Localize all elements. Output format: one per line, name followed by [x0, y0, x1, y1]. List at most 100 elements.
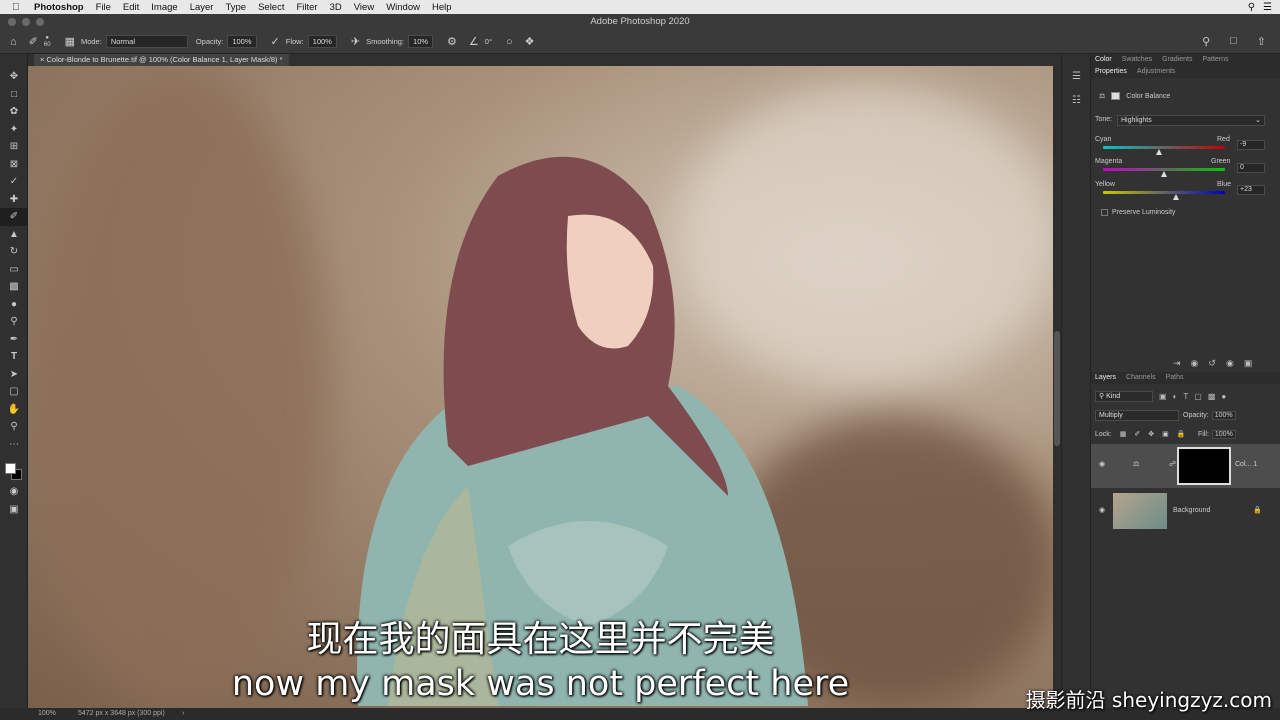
- layer-row-color-balance[interactable]: ◉ ⚖ ☍ Col... 1: [1091, 444, 1280, 488]
- marquee-tool-icon[interactable]: □: [0, 86, 28, 104]
- type-filter-icon[interactable]: T: [1183, 392, 1188, 401]
- menu-3d[interactable]: 3D: [330, 2, 342, 13]
- path-select-tool-icon[interactable]: ➤: [0, 366, 28, 384]
- layer-mask-thumbnail[interactable]: [1177, 447, 1231, 485]
- lock-artboard-icon[interactable]: ▣: [1162, 430, 1169, 438]
- adjustments-panel-icon[interactable]: ☷: [1062, 88, 1091, 112]
- layer-opacity-field[interactable]: 100%: [1211, 411, 1236, 420]
- preserve-luminosity-checkbox[interactable]: [1101, 209, 1108, 216]
- layer-row-background[interactable]: ◉ Background 🔒: [1091, 490, 1280, 534]
- zoom-window-button[interactable]: [36, 18, 44, 26]
- tab-patterns[interactable]: Patterns: [1202, 54, 1228, 66]
- history-panel-icon[interactable]: ☰: [1062, 64, 1091, 88]
- pressure-size-icon[interactable]: ○: [506, 36, 513, 48]
- hand-tool-icon[interactable]: ✋: [0, 401, 28, 419]
- adjustment-filter-icon[interactable]: ◐: [1173, 392, 1178, 401]
- lock-position-icon[interactable]: ✥: [1148, 430, 1154, 438]
- tab-layers[interactable]: Layers: [1095, 372, 1116, 384]
- visibility-eye-icon[interactable]: ◉: [1099, 460, 1105, 468]
- shape-filter-icon[interactable]: ▢: [1194, 392, 1202, 401]
- foreground-color-swatch[interactable]: [5, 463, 16, 474]
- yellow-blue-value[interactable]: +23: [1237, 185, 1265, 195]
- lock-transparent-icon[interactable]: ▦: [1120, 430, 1127, 438]
- menu-view[interactable]: View: [354, 2, 374, 13]
- filter-toggle-icon[interactable]: ●: [1221, 392, 1226, 401]
- move-tool-icon[interactable]: ✥: [0, 68, 28, 86]
- home-icon[interactable]: ⌂: [10, 36, 17, 48]
- tone-dropdown[interactable]: Highlights ⌄: [1117, 115, 1265, 126]
- menu-window[interactable]: Window: [386, 2, 420, 13]
- brush-tool-icon[interactable]: ✐: [0, 208, 28, 226]
- magenta-green-knob[interactable]: [1161, 171, 1167, 177]
- tab-swatches[interactable]: Swatches: [1122, 54, 1152, 66]
- airbrush-icon[interactable]: ✈: [351, 35, 360, 48]
- document-tab-close-icon[interactable]: ×: [40, 55, 44, 64]
- menu-list-icon[interactable]: ☰: [1263, 2, 1272, 13]
- minimize-window-button[interactable]: [22, 18, 30, 26]
- layer-name[interactable]: Col... 1: [1235, 461, 1257, 468]
- workspace-icon[interactable]: □: [1230, 35, 1237, 48]
- view-previous-icon[interactable]: ◉: [1191, 358, 1199, 369]
- gradient-tool-icon[interactable]: ▩: [0, 278, 28, 296]
- type-tool-icon[interactable]: T: [0, 348, 28, 366]
- gear-icon[interactable]: ⚙: [447, 35, 457, 48]
- document-tab[interactable]: × Color-Blonde to Brunette.tif @ 100% (C…: [34, 54, 289, 66]
- quick-select-tool-icon[interactable]: ✦: [0, 121, 28, 139]
- screen-mode-icon[interactable]: ▣: [0, 501, 28, 519]
- canvas-vertical-scrollbar[interactable]: [1053, 66, 1061, 708]
- menu-type[interactable]: Type: [225, 2, 246, 13]
- layer-name[interactable]: Background: [1173, 507, 1210, 514]
- magenta-green-value[interactable]: 0: [1237, 163, 1265, 173]
- visibility-icon[interactable]: ◉: [1226, 358, 1234, 369]
- zoom-tool-icon[interactable]: ⚲: [0, 418, 28, 436]
- brush-panel-icon[interactable]: ▦: [65, 35, 75, 48]
- blend-mode-dropdown[interactable]: Multiply: [1095, 410, 1179, 421]
- search-icon[interactable]: ⚲: [1248, 2, 1255, 13]
- tab-adjustments[interactable]: Adjustments: [1137, 66, 1176, 78]
- crop-tool-icon[interactable]: ⊞: [0, 138, 28, 156]
- layer-mask-icon[interactable]: [1111, 92, 1121, 100]
- tab-paths[interactable]: Paths: [1166, 372, 1184, 384]
- fill-field[interactable]: 100%: [1211, 430, 1236, 439]
- menu-layer[interactable]: Layer: [190, 2, 214, 13]
- menu-help[interactable]: Help: [432, 2, 452, 13]
- pressure-opacity-icon[interactable]: ✓: [271, 35, 280, 48]
- cyan-red-knob[interactable]: [1156, 149, 1163, 155]
- symmetry-icon[interactable]: ❖: [525, 35, 535, 48]
- cyan-red-value[interactable]: -9: [1237, 140, 1265, 150]
- frame-tool-icon[interactable]: ⊠: [0, 156, 28, 174]
- lock-all-icon[interactable]: 🔒: [1177, 430, 1186, 438]
- cyan-red-slider[interactable]: [1103, 146, 1225, 149]
- tab-color[interactable]: Color: [1095, 54, 1112, 66]
- reset-icon[interactable]: ↺: [1208, 358, 1216, 369]
- menu-app[interactable]: Photoshop: [34, 2, 84, 13]
- more-tools-icon[interactable]: ⋯: [0, 436, 28, 454]
- clip-to-layer-icon[interactable]: ⇥: [1173, 358, 1181, 369]
- search-icon[interactable]: ⚲: [1202, 35, 1210, 48]
- close-window-button[interactable]: [8, 18, 16, 26]
- zoom-level[interactable]: 100%: [38, 708, 56, 720]
- shape-tool-icon[interactable]: ▢: [0, 383, 28, 401]
- apple-icon[interactable]: : [12, 2, 24, 13]
- tab-gradients[interactable]: Gradients: [1162, 54, 1192, 66]
- lasso-tool-icon[interactable]: ✿: [0, 103, 28, 121]
- angle-field[interactable]: 0°: [485, 37, 492, 46]
- history-brush-tool-icon[interactable]: ↻: [0, 243, 28, 261]
- brush-preset-picker[interactable]: ● 60: [44, 35, 51, 49]
- edit-in-quick-mask-icon[interactable]: ◉: [0, 483, 28, 501]
- menu-file[interactable]: File: [96, 2, 111, 13]
- tab-properties[interactable]: Properties: [1095, 66, 1127, 78]
- scrollbar-thumb[interactable]: [1054, 331, 1060, 446]
- menu-filter[interactable]: Filter: [296, 2, 317, 13]
- mode-dropdown[interactable]: Normal: [105, 35, 188, 48]
- document-info[interactable]: 5472 px x 3648 px (300 ppi): [78, 708, 165, 720]
- menu-edit[interactable]: Edit: [123, 2, 139, 13]
- yellow-blue-slider[interactable]: [1103, 191, 1225, 194]
- brush-tool-icon[interactable]: ✐: [29, 35, 38, 48]
- delete-icon[interactable]: ▣: [1244, 358, 1253, 369]
- lock-pixels-icon[interactable]: ✐: [1134, 430, 1140, 438]
- blur-tool-icon[interactable]: ●: [0, 296, 28, 314]
- dodge-tool-icon[interactable]: ⚲: [0, 313, 28, 331]
- mask-link-icon[interactable]: ☍: [1169, 460, 1176, 468]
- menu-image[interactable]: Image: [151, 2, 177, 13]
